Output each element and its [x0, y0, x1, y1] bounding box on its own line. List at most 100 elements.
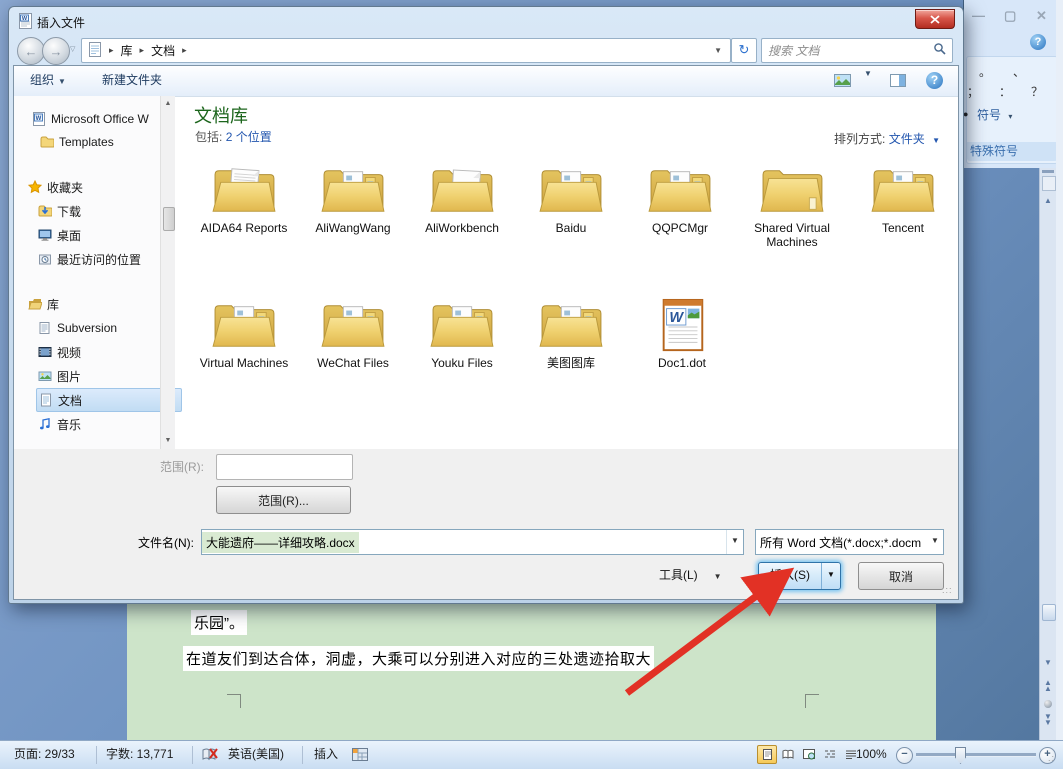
print-layout-view-button[interactable] — [757, 745, 777, 764]
organize-menu[interactable]: 组织▼ — [30, 66, 66, 96]
sidebar-item-videos[interactable]: 视频 — [38, 341, 180, 363]
search-input[interactable] — [762, 44, 933, 58]
file-item[interactable]: WeChat Files — [299, 298, 407, 424]
file-item[interactable]: Shared Virtual Machines — [738, 163, 846, 289]
word-count[interactable]: 字数: 13,771 — [106, 741, 173, 768]
search-box[interactable] — [761, 38, 953, 63]
insert-mode-indicator[interactable]: 插入 — [314, 741, 338, 768]
zoom-slider-track[interactable] — [916, 753, 1036, 757]
browse-object-icon[interactable] — [1044, 700, 1052, 708]
dialog-resize-grip[interactable]: .:: — [942, 585, 953, 595]
sidebar-item-subversion[interactable]: Subversion — [38, 317, 180, 339]
symbol-glyph[interactable]: ？ — [1031, 83, 1043, 100]
close-icon[interactable] — [915, 9, 955, 29]
language-indicator[interactable]: 英语(美国) — [228, 741, 284, 768]
zoom-level[interactable]: 100% — [856, 741, 887, 768]
breadcrumb-item-library[interactable]: 库 — [121, 42, 133, 59]
symbol-glyph[interactable]: 。 — [979, 63, 991, 80]
insert-file-dialog: W 插入文件 ← → ▽ ▸ 库 ▸ 文档 ▸ ▼ ↻ 组织▼ 新建文件夹 ▼ — [8, 6, 964, 604]
ruler-toggle-icon[interactable] — [1042, 176, 1056, 191]
sidebar-item-downloads[interactable]: 下载 — [38, 200, 180, 222]
arrange-by[interactable]: 排列方式: 文件夹 ▼ — [834, 130, 940, 147]
forward-button[interactable]: → — [42, 37, 70, 65]
file-item[interactable]: Youku Files — [408, 298, 516, 424]
symbol-glyph[interactable]: 、 — [1013, 63, 1025, 80]
scroll-up-icon[interactable]: ▲ — [1040, 196, 1056, 205]
resize-grip[interactable]: .: — [1048, 753, 1055, 763]
recent-pages-dropdown-icon[interactable]: ▽ — [70, 45, 75, 53]
page-count[interactable]: 页面: 29/33 — [14, 741, 75, 768]
symbol-glyph[interactable]: ； — [967, 83, 979, 100]
insert-dropdown-icon[interactable]: ▼ — [821, 563, 840, 589]
filename-combobox[interactable]: 大能遗府——详细攻略.docx ▼ — [201, 529, 744, 555]
scroll-down-icon[interactable]: ▼ — [161, 437, 175, 444]
sidebar-item-desktop[interactable]: 桌面 — [38, 224, 180, 246]
special-symbols-group-label[interactable]: 特殊符号 — [967, 142, 1058, 161]
help-icon[interactable]: ? — [926, 72, 943, 89]
views-icon[interactable] — [834, 74, 851, 90]
file-item[interactable]: Virtual Machines — [190, 298, 298, 424]
address-dropdown-icon[interactable]: ▼ — [714, 46, 722, 55]
scroll-up-icon[interactable]: ▲ — [161, 100, 175, 107]
outline-view-button[interactable] — [820, 745, 840, 764]
symbol-glyph[interactable]: ： — [999, 83, 1011, 100]
next-page-icon[interactable]: ▼▼ — [1040, 714, 1056, 726]
scrollbar-thumb[interactable] — [163, 207, 175, 231]
sidebar-item-pictures[interactable]: 图片 — [38, 365, 180, 387]
previous-page-icon[interactable]: ▲▲ — [1040, 680, 1056, 692]
zoom-out-button[interactable]: − — [896, 747, 913, 764]
web-layout-view-button[interactable] — [799, 745, 819, 764]
file-item[interactable]: Baidu — [517, 163, 625, 289]
spellcheck-icon[interactable] — [202, 747, 219, 765]
cancel-button[interactable]: 取消 — [858, 562, 944, 590]
fullscreen-reading-view-button[interactable] — [778, 745, 798, 764]
search-icon[interactable] — [933, 42, 946, 60]
filetype-combobox[interactable]: 所有 Word 文档(*.docx;*.docm ▼ — [755, 529, 944, 555]
help-icon[interactable]: ? — [1030, 34, 1046, 50]
includes-link[interactable]: 2 个位置 — [226, 130, 272, 144]
sidebar-item-libraries[interactable]: 库 — [28, 293, 170, 315]
sidebar-item-recent-places[interactable]: 最近访问的位置 — [38, 248, 180, 270]
file-item[interactable]: QQPCMgr — [626, 163, 734, 289]
file-item[interactable]: Tencent — [849, 163, 957, 289]
sidebar-item-msoffice[interactable]: W Microsoft Office W — [32, 108, 174, 130]
folder-icon — [211, 163, 277, 219]
macro-record-icon[interactable] — [352, 748, 368, 764]
range-input[interactable] — [216, 454, 353, 480]
arrange-label: 排列方式: — [834, 132, 885, 146]
filetype-dropdown-icon[interactable]: ▼ — [927, 530, 943, 554]
library-title: 文档库 — [194, 102, 248, 128]
split-handle[interactable] — [1042, 170, 1054, 173]
symbol-dropdown[interactable]: 符号 ▾ — [977, 106, 1012, 123]
file-item[interactable]: AliWangWang — [299, 163, 407, 289]
sidebar-item-favorites[interactable]: 收藏夹 — [28, 176, 170, 198]
zoom-slider-thumb[interactable] — [955, 747, 966, 764]
arrange-value[interactable]: 文件夹 — [889, 132, 925, 146]
range-button[interactable]: 范围(R)... — [216, 486, 351, 514]
sidebar-item-music[interactable]: 音乐 — [38, 413, 180, 435]
word-vertical-scrollbar[interactable]: ▲ ▼ ▲▲ ▼▼ — [1039, 168, 1056, 740]
breadcrumb-item-documents[interactable]: 文档 — [151, 42, 175, 59]
preview-pane-icon[interactable] — [890, 74, 906, 90]
back-button[interactable]: ← — [17, 37, 45, 65]
file-item[interactable]: AIDA64 Reports — [190, 163, 298, 289]
views-dropdown-icon[interactable]: ▼ — [864, 69, 872, 78]
svg-text:W: W — [22, 16, 28, 22]
scroll-down-icon[interactable]: ▼ — [1040, 658, 1056, 667]
scrollbar-thumb[interactable] — [1042, 604, 1056, 621]
library-includes: 包括: 2 个位置 — [195, 128, 272, 145]
maximize-icon[interactable]: ▢ — [1004, 8, 1016, 24]
minimize-icon[interactable]: — — [972, 8, 985, 23]
refresh-icon[interactable]: ↻ — [731, 38, 757, 63]
filename-dropdown-icon[interactable]: ▼ — [726, 530, 743, 554]
navigation-pane: W Microsoft Office W Templates 收藏夹 下载 桌面 — [14, 96, 174, 449]
address-bar[interactable]: ▸ 库 ▸ 文档 ▸ ▼ — [81, 38, 731, 63]
close-word-icon[interactable]: ✕ — [1036, 8, 1047, 24]
file-item[interactable]: 美图图库 — [517, 298, 625, 424]
word-icon: W — [32, 112, 46, 126]
sidebar-scrollbar[interactable]: ▲ ▼ — [160, 96, 175, 449]
file-item[interactable]: AliWorkbench — [408, 163, 516, 289]
file-item[interactable]: W Doc1.dot — [628, 298, 736, 424]
arrange-dropdown-icon[interactable]: ▼ — [932, 136, 940, 145]
new-folder-button[interactable]: 新建文件夹 — [102, 66, 162, 95]
